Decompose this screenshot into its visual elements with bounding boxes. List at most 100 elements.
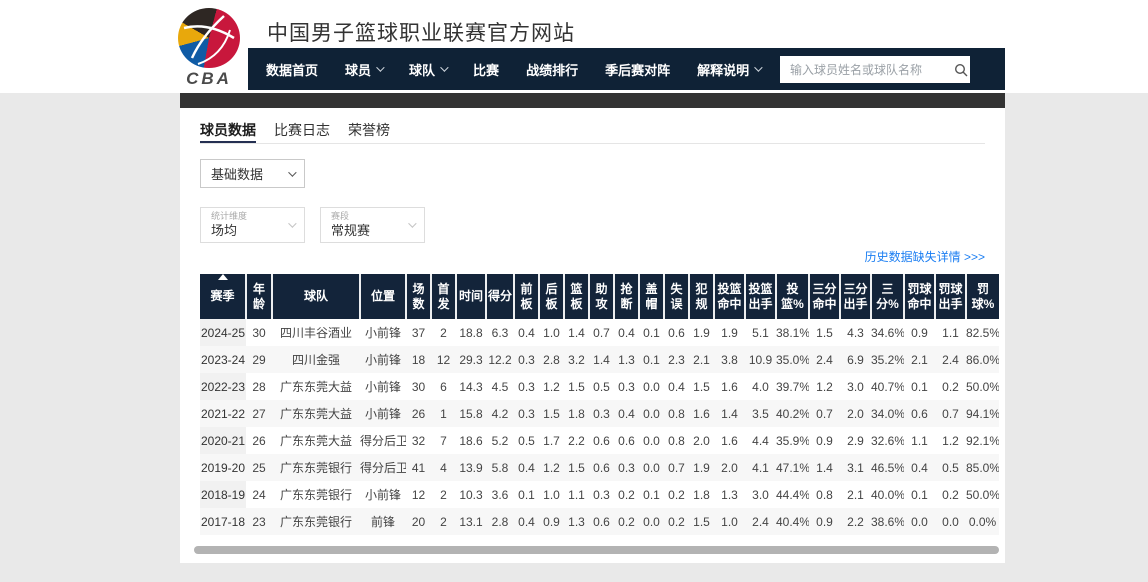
stat-cell: 0.4	[514, 319, 539, 346]
table-row: 2020-2126广东东莞大益得分后卫32718.65.20.51.72.20.…	[200, 427, 999, 454]
column-header-3[interactable]: 位置	[360, 274, 406, 319]
stat-cell: 0.9	[809, 508, 840, 535]
column-header-6[interactable]: 时间	[456, 274, 486, 319]
table-row: 2017-1823广东东莞银行前锋20213.12.80.40.91.30.60…	[200, 508, 999, 535]
nav-item-3[interactable]: 比赛	[473, 60, 499, 79]
history-missing-data-link[interactable]: 历史数据缺失详情 >>>	[865, 250, 985, 264]
nav-item-0[interactable]: 数据首页	[266, 60, 318, 79]
stat-cell: 1.2	[539, 373, 564, 400]
stat-cell: 1.4	[809, 454, 840, 481]
stat-cell: 1.3	[564, 508, 589, 535]
stat-cell: 1.1	[564, 481, 589, 508]
season-cell: 2019-20	[200, 454, 246, 481]
stat-cell: 2.1	[689, 346, 714, 373]
nav-item-6[interactable]: 解释说明	[697, 60, 760, 79]
column-header-0[interactable]: 赛季	[200, 274, 246, 319]
column-header-7[interactable]: 得分	[486, 274, 514, 319]
column-header-10[interactable]: 篮板	[564, 274, 589, 319]
search-box	[780, 56, 970, 83]
stat-cell: 2.1	[840, 481, 871, 508]
column-header-18[interactable]: 投篮%	[776, 274, 809, 319]
stat-cell: 0.7	[935, 400, 966, 427]
table-header-row: 赛季年龄球队位置场数首发时间得分前板后板篮板助攻抢断盖帽失误犯规投篮命中投篮出手…	[200, 274, 999, 319]
stat-cell: 3.5	[745, 400, 776, 427]
tab-2[interactable]: 荣誉榜	[348, 120, 390, 143]
stat-cell: 27	[246, 400, 272, 427]
stat-cell: 0.5	[589, 373, 614, 400]
column-header-20[interactable]: 三分出手	[840, 274, 871, 319]
tab-0[interactable]: 球员数据	[200, 120, 256, 143]
column-header-21[interactable]: 三分%	[871, 274, 904, 319]
column-header-2[interactable]: 球队	[272, 274, 360, 319]
stat-cell: 0.4	[904, 454, 935, 481]
stat-cell: 1.1	[935, 319, 966, 346]
stat-cell: 1.2	[809, 373, 840, 400]
stat-cell: 3.0	[840, 373, 871, 400]
stat-cell: 小前锋	[360, 346, 406, 373]
column-header-16[interactable]: 投篮命中	[714, 274, 745, 319]
column-header-23[interactable]: 罚球出手	[935, 274, 966, 319]
stat-cell: 1.6	[689, 400, 714, 427]
stat-cell: 0.0	[639, 427, 664, 454]
nav-item-label: 季后赛对阵	[605, 60, 670, 79]
stat-cell: 1.2	[539, 454, 564, 481]
column-header-8[interactable]: 前板	[514, 274, 539, 319]
stat-cell: 2.0	[840, 400, 871, 427]
column-header-24[interactable]: 罚球%	[966, 274, 999, 319]
stat-cell: 0.6	[664, 319, 689, 346]
horizontal-scrollbar[interactable]	[194, 546, 999, 554]
stat-cell: 35.0%	[776, 346, 809, 373]
column-header-15[interactable]: 犯规	[689, 274, 714, 319]
stat-cell: 23	[246, 508, 272, 535]
column-header-22[interactable]: 罚球命中	[904, 274, 935, 319]
search-input[interactable]	[780, 56, 951, 83]
history-link-row: 历史数据缺失详情 >>>	[865, 248, 985, 266]
stat-cell: 35.2%	[871, 346, 904, 373]
cba-logo[interactable]: CBA	[170, 6, 248, 92]
nav-item-5[interactable]: 季后赛对阵	[605, 60, 670, 79]
column-header-11[interactable]: 助攻	[589, 274, 614, 319]
column-header-1[interactable]: 年龄	[246, 274, 272, 319]
season-cell: 2023-24	[200, 346, 246, 373]
stat-cell: 12	[431, 346, 456, 373]
tab-1[interactable]: 比赛日志	[274, 120, 330, 143]
column-header-12[interactable]: 抢断	[614, 274, 639, 319]
data-category-select[interactable]: 基础数据	[200, 159, 305, 188]
stat-cell: 0.1	[904, 481, 935, 508]
stat-cell: 50.0%	[966, 373, 999, 400]
column-header-5[interactable]: 首发	[431, 274, 456, 319]
stat-cell: 3.6	[486, 481, 514, 508]
nav-item-4[interactable]: 战绩排行	[526, 60, 578, 79]
stat-dimension-select[interactable]: 统计维度 场均	[200, 207, 305, 243]
nav-item-1[interactable]: 球员	[345, 60, 382, 79]
nav-items: 数据首页 球员 球队 比赛 战绩排行 季后赛对阵 解释说明	[243, 60, 787, 79]
stage-value: 常规赛	[331, 222, 416, 239]
column-header-19[interactable]: 三分命中	[809, 274, 840, 319]
stat-cell: 2.4	[935, 346, 966, 373]
column-header-13[interactable]: 盖帽	[639, 274, 664, 319]
stat-cell: 得分后卫	[360, 454, 406, 481]
stat-cell: 1.4	[564, 319, 589, 346]
stat-cell: 1.9	[714, 319, 745, 346]
column-header-14[interactable]: 失误	[664, 274, 689, 319]
stat-cell: 0.9	[904, 319, 935, 346]
stat-cell: 1.8	[564, 400, 589, 427]
stat-cell: 0.8	[664, 400, 689, 427]
column-header-4[interactable]: 场数	[406, 274, 431, 319]
search-icon[interactable]	[951, 56, 970, 83]
stat-cell: 0.4	[614, 400, 639, 427]
filter-row: 统计维度 场均 赛段 常规赛	[200, 207, 425, 243]
stat-cell: 34.0%	[871, 400, 904, 427]
stat-cell: 1.2	[935, 427, 966, 454]
stat-cell: 小前锋	[360, 400, 406, 427]
nav-item-2[interactable]: 球队	[409, 60, 446, 79]
column-header-9[interactable]: 后板	[539, 274, 564, 319]
stat-cell: 4.1	[745, 454, 776, 481]
season-cell: 2017-18	[200, 508, 246, 535]
column-header-17[interactable]: 投篮出手	[745, 274, 776, 319]
stage-select[interactable]: 赛段 常规赛	[320, 207, 425, 243]
stat-cell: 4.0	[745, 373, 776, 400]
stat-cell: 0.3	[514, 373, 539, 400]
stat-cell: 广东东莞银行	[272, 508, 360, 535]
stat-cell: 2.2	[840, 508, 871, 535]
